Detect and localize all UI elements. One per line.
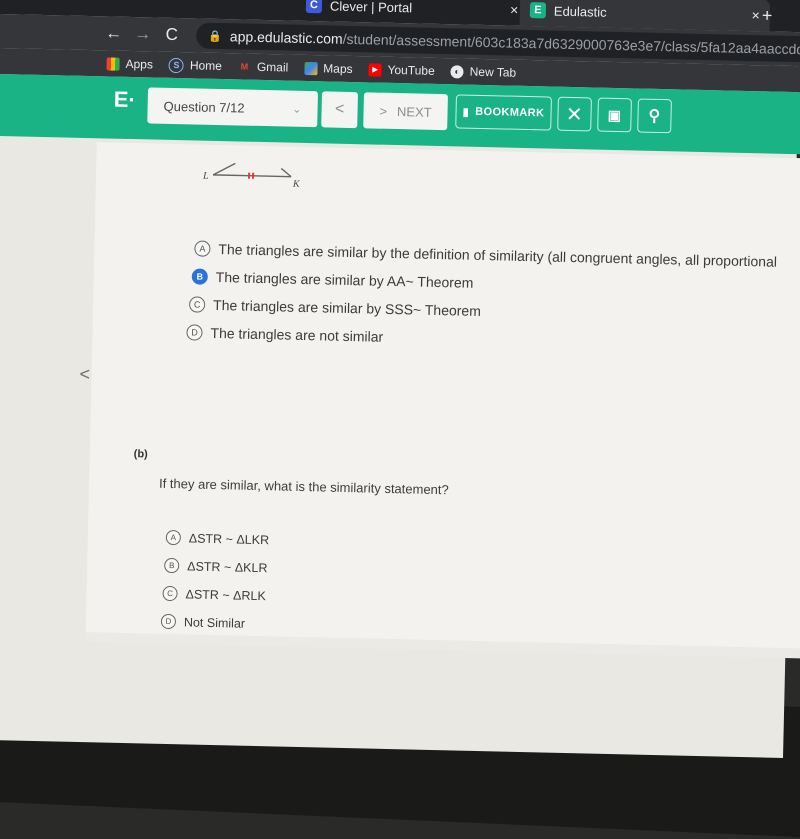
choice-text: The triangles are similar by the definit…: [218, 241, 777, 270]
close-tab-icon[interactable]: ×: [510, 2, 519, 18]
choice-bubble[interactable]: C: [189, 296, 205, 312]
choice-text: ΔSTR ~ ΔLKR: [189, 531, 270, 547]
choice-bubble[interactable]: D: [186, 324, 202, 340]
clever-icon: C: [306, 0, 322, 13]
part-b-question: If they are similar, what is the similar…: [159, 476, 449, 498]
youtube-icon: ▶: [368, 63, 381, 76]
choice-text: Not Similar: [184, 615, 245, 630]
part-a-choice-c[interactable]: C The triangles are similar by SSS~ Theo…: [189, 296, 481, 319]
tab-clever-label: Clever | Portal: [330, 0, 412, 15]
gmail-icon: M: [238, 60, 251, 73]
bookmark-new-tab[interactable]: ◐ New Tab: [451, 64, 517, 79]
vertex-label-k: K: [292, 179, 301, 190]
url-host: app.edulastic.com: [230, 28, 343, 47]
bookmark-label: Maps: [323, 61, 353, 76]
home-s-icon: S: [169, 57, 184, 72]
choice-bubble[interactable]: D: [161, 614, 176, 629]
chevron-right-icon: >: [379, 103, 387, 118]
chevron-left-icon[interactable]: <: [79, 364, 90, 385]
part-a-choice-a[interactable]: A The triangles are similar by the defin…: [194, 240, 777, 269]
screen: C Clever | Portal × E Edulastic × + ← → …: [0, 0, 800, 758]
lock-icon: 🔒: [208, 29, 222, 42]
previous-question-button[interactable]: <: [321, 91, 358, 128]
next-label: NEXT: [397, 104, 432, 120]
bookmark-label: YouTube: [387, 63, 434, 78]
choice-bubble[interactable]: C: [162, 586, 177, 601]
scratchpad-icon[interactable]: ▣: [597, 98, 632, 133]
choice-text: The triangles are similar by AA~ Theorem: [216, 269, 474, 291]
bookmark-button[interactable]: ▮ BOOKMARK: [455, 94, 552, 130]
question-content: L K < A The triangles are similar by the…: [85, 142, 800, 658]
vertex-label-l: L: [202, 171, 209, 182]
question-panel: L K < A The triangles are similar by the…: [86, 142, 800, 648]
bookmark-label: Apps: [125, 57, 153, 72]
back-button[interactable]: ←: [99, 23, 128, 44]
apps-grid-icon: [106, 57, 119, 70]
tab-edulastic-label: Edulastic: [554, 3, 607, 19]
part-b-choice-a[interactable]: A ΔSTR ~ ΔLKR: [166, 530, 270, 547]
triangle-figure: L K: [201, 153, 322, 196]
bookmark-maps[interactable]: Maps: [304, 61, 353, 76]
bookmark-label: BOOKMARK: [475, 106, 544, 120]
bookmark-label: Home: [190, 58, 222, 73]
triangle-edge: [281, 168, 291, 176]
globe-icon: ◐: [451, 65, 464, 78]
triangle-edge: [213, 163, 235, 175]
reload-button[interactable]: C: [157, 25, 186, 46]
edulastic-logo: E·: [113, 87, 136, 113]
bookmark-youtube[interactable]: ▶ YouTube: [368, 62, 434, 77]
close-icon[interactable]: ✕: [557, 97, 592, 132]
question-selector[interactable]: Question 7/12 ⌄: [147, 87, 318, 127]
part-b-choice-d[interactable]: D Not Similar: [161, 614, 245, 631]
choice-bubble[interactable]: A: [194, 240, 210, 256]
chevron-down-icon: ⌄: [292, 102, 302, 115]
maps-icon: [304, 61, 317, 74]
part-b-label: (b): [134, 448, 148, 460]
next-question-button[interactable]: > NEXT: [363, 92, 448, 130]
choice-text: ΔSTR ~ ΔKLR: [187, 559, 268, 575]
forward-button[interactable]: →: [128, 24, 157, 45]
url-path: /student/assessment/603c183a7d6329000763…: [343, 31, 800, 58]
magnifier-icon[interactable]: ⚲: [637, 98, 672, 133]
choice-bubble[interactable]: A: [166, 530, 181, 545]
part-b-choice-c[interactable]: C ΔSTR ~ ΔRLK: [162, 586, 266, 603]
new-tab-button[interactable]: +: [751, 0, 782, 32]
bookmark-label: Gmail: [257, 60, 289, 75]
part-a-choice-d[interactable]: D The triangles are not similar: [186, 324, 383, 344]
bookmark-home[interactable]: S Home: [169, 57, 222, 73]
choice-bubble-selected[interactable]: B: [192, 268, 208, 284]
choice-bubble[interactable]: B: [164, 558, 179, 573]
choice-text: The triangles are similar by SSS~ Theore…: [213, 297, 481, 319]
choice-text: The triangles are not similar: [210, 325, 383, 345]
bookmark-label: New Tab: [470, 65, 517, 80]
bookmark-icon: ▮: [463, 105, 470, 118]
bookmark-apps[interactable]: Apps: [106, 56, 153, 71]
bookmark-gmail[interactable]: M Gmail: [238, 59, 289, 74]
question-selector-label: Question 7/12: [163, 98, 244, 115]
choice-text: ΔSTR ~ ΔRLK: [185, 587, 266, 603]
edulastic-icon: E: [530, 2, 546, 18]
part-b-choice-b[interactable]: B ΔSTR ~ ΔKLR: [164, 558, 268, 575]
part-a-choice-b[interactable]: B The triangles are similar by AA~ Theor…: [192, 268, 474, 290]
